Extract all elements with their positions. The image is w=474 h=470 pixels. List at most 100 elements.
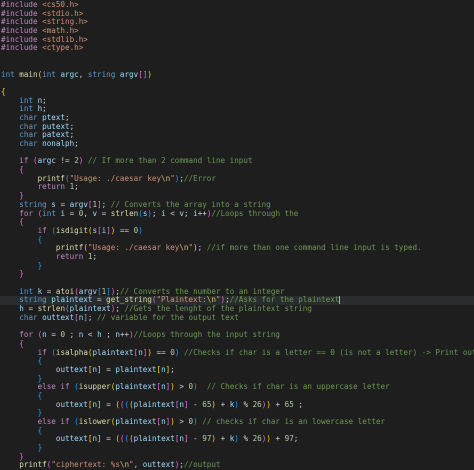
code-line[interactable]: } [0,192,474,201]
code-line[interactable]: h = strlen(plaintext); //Gets the lenght… [0,305,474,314]
code-token: ; [69,131,75,140]
code-line[interactable]: } [0,262,474,271]
code-token: ; [92,252,98,261]
code-token: // checks if char is an lowercase letter [197,418,386,426]
code-line[interactable]: { [0,340,474,349]
code-token: char [19,122,38,131]
code-line[interactable]: #include <math.h> [0,27,474,36]
code-token: for [19,209,34,218]
code-token: { [37,391,43,400]
code-line[interactable]: outtext[n] = plaintext[n]; [0,366,474,375]
code-line[interactable]: return 1; [0,253,474,262]
code-token: ; [101,331,116,340]
code-token: 26 [252,435,262,444]
code-line[interactable]: if (isdigit(s[i]) == 0) [0,227,474,236]
code-line[interactable]: outtext[n] = ((((plaintext[n] - 65) + k)… [0,401,474,410]
code-token: ; [42,96,47,105]
code-token: ptext [37,113,66,122]
code-token: #include [1,27,38,36]
code-token: <stdlib.h> [37,35,88,44]
code-token: char [19,313,38,322]
code-line[interactable]: else if (isupper(plaintext[n]) > 0) // C… [0,383,474,392]
code-token: ; [65,331,79,340]
code-line[interactable]: } [0,453,474,462]
code-line[interactable]: if (isalpha(plaintext[n]) == 0) //Checks… [0,349,474,358]
code-line[interactable] [0,62,474,71]
code-line[interactable]: char ptext; [0,114,474,123]
code-line[interactable]: { [0,88,474,97]
code-line[interactable]: string s = argv[1]; // Converts the arra… [0,201,474,210]
code-line[interactable]: char nonalph; [0,140,474,149]
code-line[interactable]: return 1; [0,183,474,192]
code-token: isalpha [55,348,88,357]
code-line[interactable]: } [0,409,474,418]
code-line[interactable]: char patext; [0,131,474,140]
code-token: argv [115,70,139,79]
code-token: main [14,70,38,79]
code-token: > [174,383,189,392]
code-token: return [37,183,66,192]
code-line[interactable]: { [0,427,474,436]
code-line[interactable]: int h; [0,105,474,114]
code-token: [] [138,70,148,79]
code-line[interactable] [0,79,474,88]
code-line[interactable]: else if (islower(plaintext[n]) > 0) // c… [0,418,474,427]
code-token: + [270,435,285,444]
code-line[interactable]: } [0,270,474,279]
code-line[interactable]: #include <cs50.h> [0,1,474,10]
code-line[interactable]: } [0,375,474,384]
code-line[interactable]: #include <stdio.h> [0,10,474,19]
code-line[interactable]: for (n = 0 ; n < h ; n++)//Loops through… [0,331,474,340]
code-token: <cs50.h> [37,1,79,9]
code-line[interactable]: char outtext[n]; // variable for the out… [0,314,474,323]
code-line[interactable] [0,279,474,288]
code-token: int [19,287,34,296]
code-line[interactable]: } [0,444,474,453]
code-token: { [37,357,43,366]
code-line[interactable]: { [0,166,474,175]
code-line[interactable]: { [0,218,474,227]
code-editor[interactable]: #include <cs50.h> #include <stdio.h> #incl… [0,0,474,469]
code-token: ; [151,209,162,218]
code-line[interactable]: #include <ctype.h> [0,44,474,53]
code-line[interactable]: int main(int argc, string argv[]) [0,71,474,80]
code-line[interactable]: string plaintext = get_string("Plaintext… [0,296,474,306]
code-line[interactable] [0,149,474,158]
code-line[interactable]: if (argc != 2) // If more than 2 command… [0,157,474,166]
code-token: //if more than one command line input is… [202,244,422,253]
code-line[interactable]: printf("Usage: ./caesar key\n"); //if mo… [0,244,474,253]
code-token: plaintext [92,348,134,357]
code-token: "Usage: ./caesar key [87,244,180,253]
code-line[interactable]: int n; [0,97,474,106]
code-line[interactable]: outtext[n] = ((((plaintext[n] - 97) + k)… [0,435,474,444]
code-token: ; [74,183,79,192]
code-line[interactable]: char putext; [0,123,474,132]
code-token: ++ [119,331,130,340]
code-line[interactable]: printf("ciphertext: %s\n", outtext);//ou… [0,461,474,470]
code-line[interactable] [0,53,474,62]
code-token: { [37,426,43,435]
code-line[interactable]: #include <string.h> [0,18,474,27]
code-line[interactable]: { [0,392,474,401]
code-line[interactable]: { [0,357,474,366]
code-token: char [19,113,38,122]
code-token: int [19,96,34,105]
code-line[interactable]: { [0,236,474,245]
code-line[interactable]: int k = atoi(argv[1]);// Converts the nu… [0,288,474,297]
code-token: ) [138,226,143,235]
code-line[interactable]: printf("Usage: ./caesar key\n");//Error [0,175,474,184]
code-token: + [270,400,285,409]
code-token: #include [1,9,38,18]
code-line[interactable]: #include <stdlib.h> [0,36,474,45]
code-token: if [37,226,47,235]
code-token: "Plaintext: [156,296,207,305]
code-token: \n [161,174,171,183]
code-line[interactable] [0,322,474,331]
code-line[interactable]: for (int i = 0, v = strlen(s); i < v; i+… [0,210,474,219]
code-token: } [19,270,24,279]
